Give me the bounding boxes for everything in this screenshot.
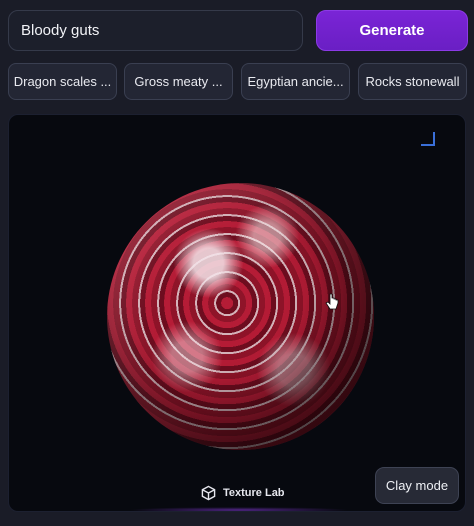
viewport-corner-icon [421,132,435,146]
preset-chip[interactable]: Rocks stonewall [358,63,467,100]
preset-chip[interactable]: Gross meaty ... [124,63,233,100]
generate-button[interactable]: Generate [316,10,468,51]
texture-preview-viewer[interactable]: Texture Lab Clay mode [8,114,466,512]
prompt-input[interactable] [8,10,303,51]
hand-cursor-icon [325,293,339,310]
clay-mode-button[interactable]: Clay mode [375,467,459,504]
preset-chip[interactable]: Dragon scales ... [8,63,117,100]
brand-name: Texture Lab [223,487,285,499]
preset-chip[interactable]: Egyptian ancie... [241,63,350,100]
preset-chips: Dragon scales ... Gross meaty ... Egypti… [8,63,468,100]
brand: Texture Lab [201,485,285,501]
bottom-glow [129,507,349,511]
cube-logo-icon [201,485,216,501]
top-row: Generate [8,10,468,51]
sphere-shading [107,183,374,450]
